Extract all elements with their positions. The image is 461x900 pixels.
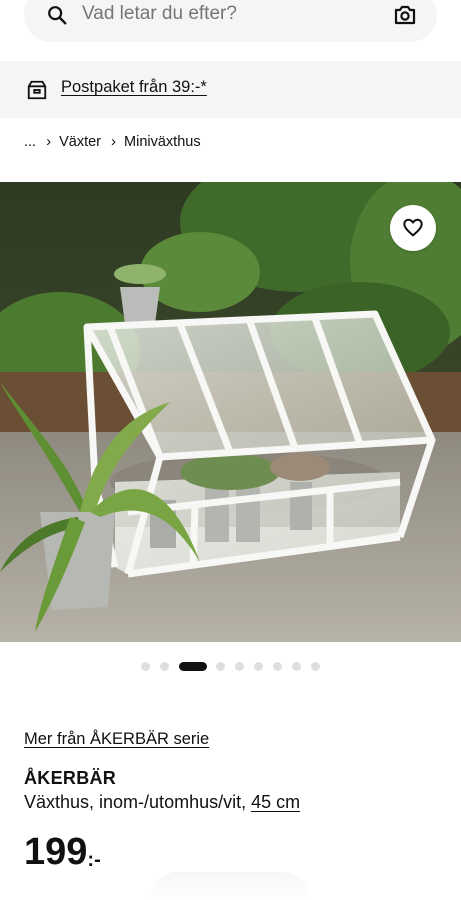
price-integer: 199 <box>24 831 88 873</box>
package-icon <box>27 80 47 100</box>
shipping-banner: Postpaket från 39:-* <box>0 61 461 118</box>
price-suffix: :- <box>87 849 101 871</box>
carousel-dot[interactable] <box>273 662 282 671</box>
carousel-dot-active[interactable] <box>179 662 207 671</box>
carousel-dot[interactable] <box>311 662 320 671</box>
product-description: Växthus, inom-/utomhus/vit, 45 cm <box>24 792 300 813</box>
search-input[interactable] <box>80 2 384 26</box>
search-area <box>0 0 461 60</box>
chevron-right-icon: › <box>111 133 117 150</box>
search-bar[interactable] <box>24 0 437 42</box>
breadcrumb-item-vaxter[interactable]: Växter <box>59 134 101 150</box>
heart-icon <box>403 218 423 237</box>
chevron-right-icon: › <box>46 133 52 150</box>
carousel-dot[interactable] <box>160 662 169 671</box>
carousel-dot[interactable] <box>141 662 150 671</box>
carousel-dot[interactable] <box>216 662 225 671</box>
product-description-text: Växthus, inom-/utomhus/vit, <box>24 792 252 812</box>
product-price: 199 :- <box>24 830 101 874</box>
search-icon <box>48 6 67 25</box>
product-image[interactable] <box>0 182 461 642</box>
breadcrumb-ellipsis[interactable]: ... <box>24 134 36 150</box>
favorite-button[interactable] <box>390 205 436 251</box>
carousel-dot[interactable] <box>254 662 263 671</box>
breadcrumb-item-minivaxthus[interactable]: Miniväxthus <box>124 134 201 150</box>
product-name: ÅKERBÄR <box>24 768 117 788</box>
camera-icon[interactable] <box>393 3 417 27</box>
carousel-indicator <box>0 660 461 672</box>
breadcrumb: ... › Växter › Miniväxthus <box>24 133 201 150</box>
carousel-dot[interactable] <box>292 662 301 671</box>
series-link[interactable]: Mer från ÅKERBÄR serie <box>24 730 209 749</box>
carousel-dot[interactable] <box>235 662 244 671</box>
size-link[interactable]: 45 cm <box>251 792 300 812</box>
greenhouse-photo <box>0 182 461 642</box>
bottom-action-shadow <box>150 872 310 900</box>
shipping-link[interactable]: Postpaket från 39:-* <box>61 78 207 97</box>
